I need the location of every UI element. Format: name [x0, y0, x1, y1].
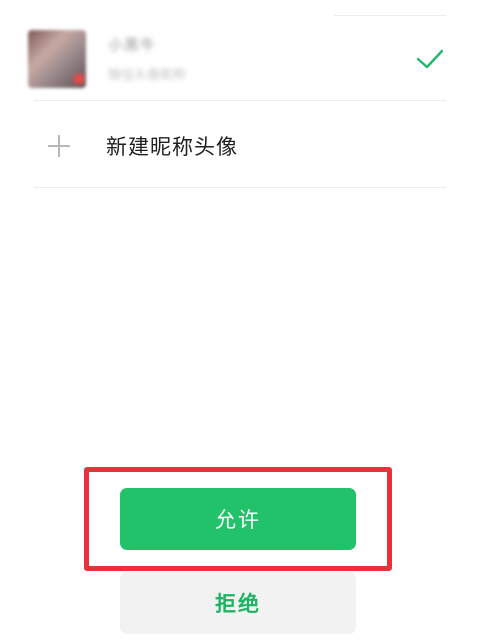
new-nickname-avatar-label: 新建昵称头像	[106, 135, 238, 159]
account-option-row[interactable]: 小黑牛 微信头像昵称	[0, 16, 484, 100]
check-icon	[416, 49, 444, 69]
reject-button[interactable]: 拒绝	[120, 572, 356, 634]
plus-icon	[48, 135, 70, 157]
new-nickname-avatar-row[interactable]: 新建昵称头像	[0, 101, 484, 187]
allow-button[interactable]: 允许	[120, 488, 356, 550]
avatar-badge	[74, 74, 84, 84]
bottom-divider	[34, 187, 446, 188]
account-subtitle: 微信头像昵称	[108, 68, 187, 83]
account-nickname: 小黑牛	[108, 36, 157, 54]
avatar	[28, 30, 86, 88]
authorization-sheet: 小黑牛 微信头像昵称 新建昵称头像 允许 拒绝	[0, 0, 484, 644]
